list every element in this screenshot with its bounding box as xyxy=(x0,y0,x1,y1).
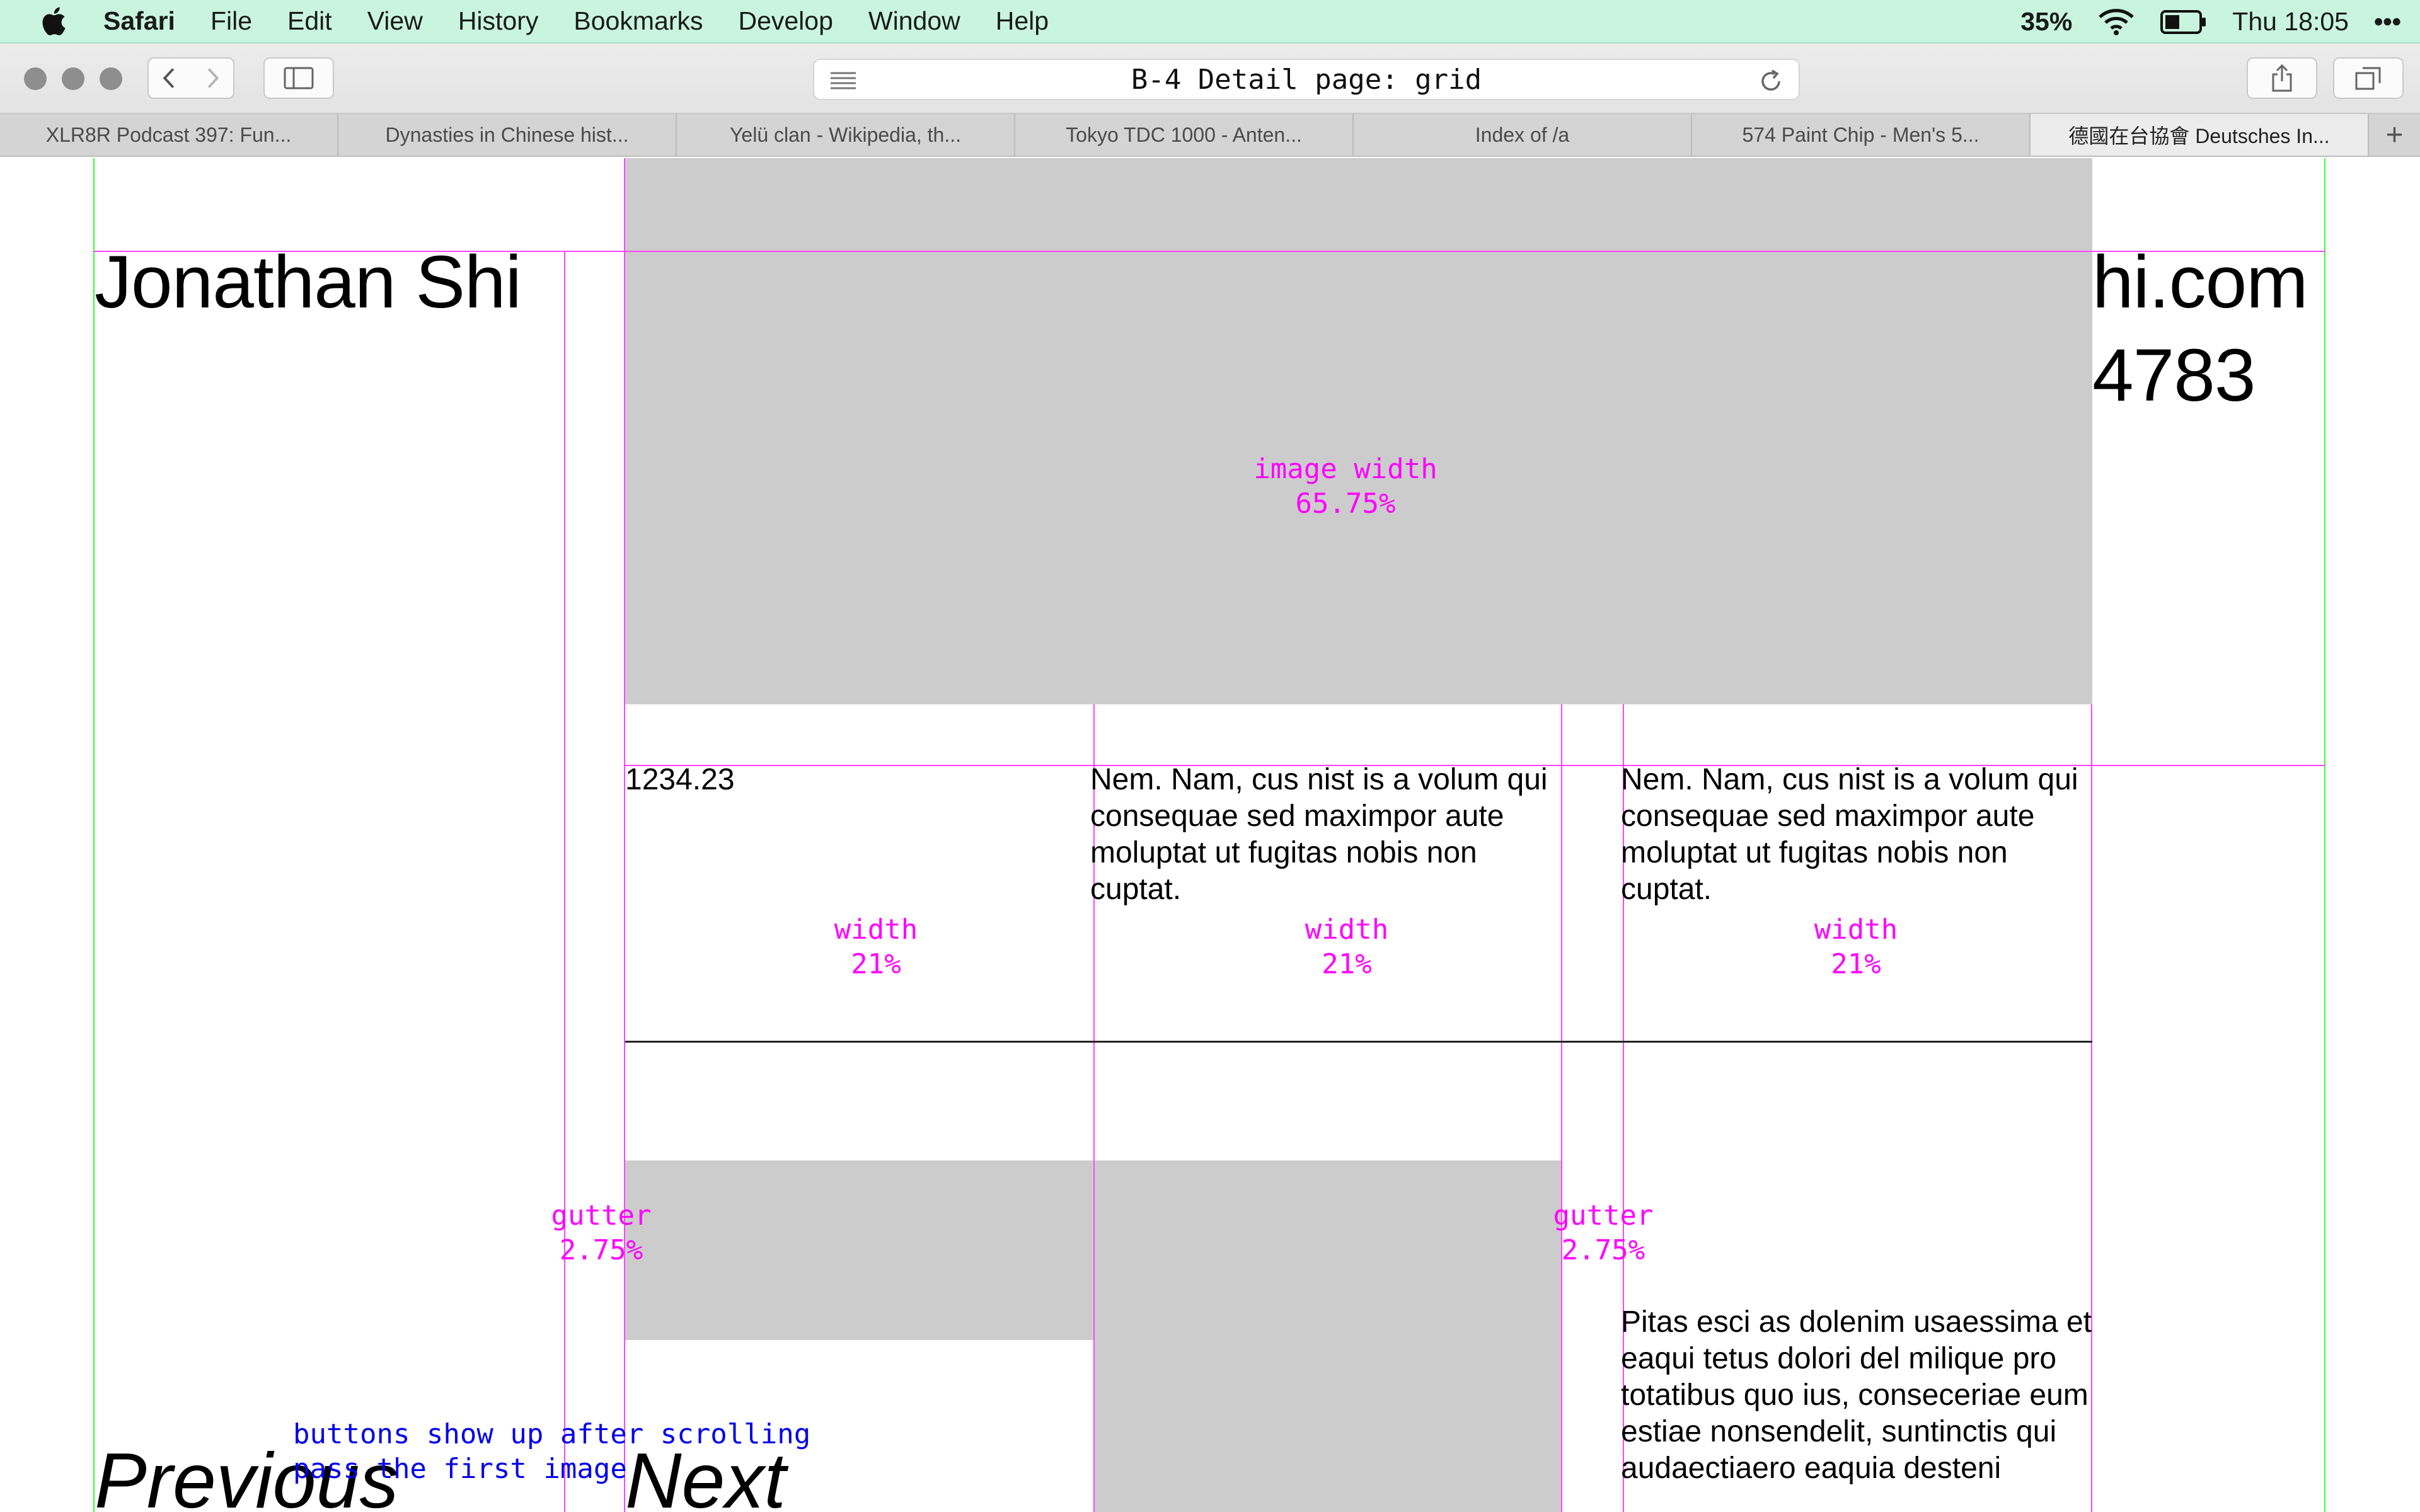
menu-history[interactable]: History xyxy=(458,6,539,36)
price-value: 1234.23 xyxy=(625,763,735,796)
menu-window[interactable]: Window xyxy=(868,6,960,36)
tabs-overview-button[interactable] xyxy=(2333,57,2404,99)
gutter-guide-1 xyxy=(564,251,565,1512)
menu-file[interactable]: File xyxy=(210,6,252,36)
left-margin-guide xyxy=(93,158,95,1512)
window-zoom-button[interactable] xyxy=(100,67,122,90)
share-button[interactable] xyxy=(2247,57,2317,99)
menu-help[interactable]: Help xyxy=(996,6,1049,36)
battery-icon[interactable] xyxy=(2160,9,2207,34)
scroll-note-line-1: buttons show up after scrolling xyxy=(293,1418,811,1450)
section-divider xyxy=(625,1041,2092,1043)
browser-toolbar: B-4 Detail page: grid xyxy=(0,43,2420,114)
apple-logo-icon[interactable] xyxy=(37,3,73,40)
column-text-1: Nem. Nam, cus nist is a volum qui conseq… xyxy=(1090,763,1548,906)
gutter-annotation-1: gutter 2.75% xyxy=(517,1198,686,1268)
tab-index-of-a[interactable]: Index of /a xyxy=(1354,114,1692,156)
thumbnail-image-placeholder xyxy=(625,1160,1094,1340)
clock[interactable]: Thu 18:05 xyxy=(2232,7,2349,37)
menu-view[interactable]: View xyxy=(367,6,423,36)
width-annotation-2: width 21% xyxy=(1259,912,1435,982)
back-forward-group xyxy=(147,57,234,99)
share-icon xyxy=(2272,64,2292,92)
menu-safari[interactable]: Safari xyxy=(103,6,175,36)
width-value: 21% xyxy=(851,948,901,980)
new-tab-button[interactable]: + xyxy=(2369,114,2420,156)
gutter-annotation-2: gutter 2.75% xyxy=(1519,1198,1688,1268)
sidebar-icon xyxy=(284,67,314,89)
width-value: 21% xyxy=(1322,948,1372,980)
more-icon[interactable]: ••• xyxy=(2374,7,2401,37)
width-value: 21% xyxy=(1831,948,1881,980)
contact-email-fragment[interactable]: hi.com xyxy=(2092,245,2308,319)
scroll-note: buttons show up after scrolling pass the… xyxy=(293,1417,810,1486)
menu-edit[interactable]: Edit xyxy=(287,6,332,36)
wifi-icon[interactable] xyxy=(2097,8,2135,36)
tab-deutsches-institut[interactable]: 德國在台協會 Deutsches In... xyxy=(2031,114,2369,156)
tab-tokyo-tdc[interactable]: Tokyo TDC 1000 - Anten... xyxy=(1015,114,1354,156)
site-name[interactable]: Jonathan Shi xyxy=(95,245,522,319)
address-bar[interactable]: B-4 Detail page: grid xyxy=(813,59,1800,100)
image-width-value: 65.75% xyxy=(1295,488,1396,520)
battery-percent[interactable]: 35% xyxy=(2020,7,2072,37)
hero-image-placeholder xyxy=(625,158,2092,704)
gutter-value: 2.75% xyxy=(1561,1234,1645,1266)
width-label: width xyxy=(1305,914,1389,946)
tab-dynasties[interactable]: Dynasties in Chinese hist... xyxy=(338,114,677,156)
scroll-note-line-2: pass the first image xyxy=(293,1453,627,1485)
gutter-value: 2.75% xyxy=(559,1234,643,1266)
forward-chevron-icon[interactable] xyxy=(191,57,233,99)
menu-bookmarks[interactable]: Bookmarks xyxy=(573,6,703,36)
column-text-2: Nem. Nam, cus nist is a volum qui conseq… xyxy=(1621,763,2078,906)
gutter-label: gutter xyxy=(1553,1200,1654,1232)
back-chevron-icon[interactable] xyxy=(149,57,191,99)
tabs-overview-icon xyxy=(2355,67,2381,90)
menu-bar: Safari File Edit View History Bookmarks … xyxy=(0,0,2420,43)
image-width-label: image width xyxy=(1253,453,1438,485)
contact-phone-fragment: 4783 xyxy=(2092,334,2256,417)
reader-icon[interactable] xyxy=(829,70,857,90)
description-paragraph: Pitas esci as dolenim usaessima et eaqui… xyxy=(1621,1305,2092,1485)
tab-bar: XLR8R Podcast 397: Fun... Dynasties in C… xyxy=(0,114,2420,157)
window-minimize-button[interactable] xyxy=(62,67,84,90)
tab-paint-chip[interactable]: 574 Paint Chip - Men's 5... xyxy=(1692,114,2031,156)
gutter-label: gutter xyxy=(551,1200,652,1232)
width-annotation-3: width 21% xyxy=(1768,912,1944,982)
column-guide-1 xyxy=(624,158,625,1512)
tab-yelu-clan[interactable]: Yelü clan - Wikipedia, th... xyxy=(677,114,1015,156)
menu-develop[interactable]: Develop xyxy=(738,6,833,36)
sidebar-toggle-button[interactable] xyxy=(263,57,334,99)
image-width-annotation: image width 65.75% xyxy=(1216,452,1475,521)
right-margin-guide xyxy=(2324,158,2325,1512)
reload-icon[interactable] xyxy=(1758,69,1783,94)
width-label: width xyxy=(834,914,918,946)
tall-image-placeholder xyxy=(1094,1160,1562,1512)
width-annotation-1: width 21% xyxy=(788,912,964,982)
tab-xlr8r[interactable]: XLR8R Podcast 397: Fun... xyxy=(0,114,338,156)
width-label: width xyxy=(1814,914,1898,946)
window-close-button[interactable] xyxy=(24,67,47,90)
page-content: Jonathan Shi hi.com 4783 image width 65.… xyxy=(0,158,2420,1512)
page-title-address: B-4 Detail page: grid xyxy=(1131,63,1482,96)
